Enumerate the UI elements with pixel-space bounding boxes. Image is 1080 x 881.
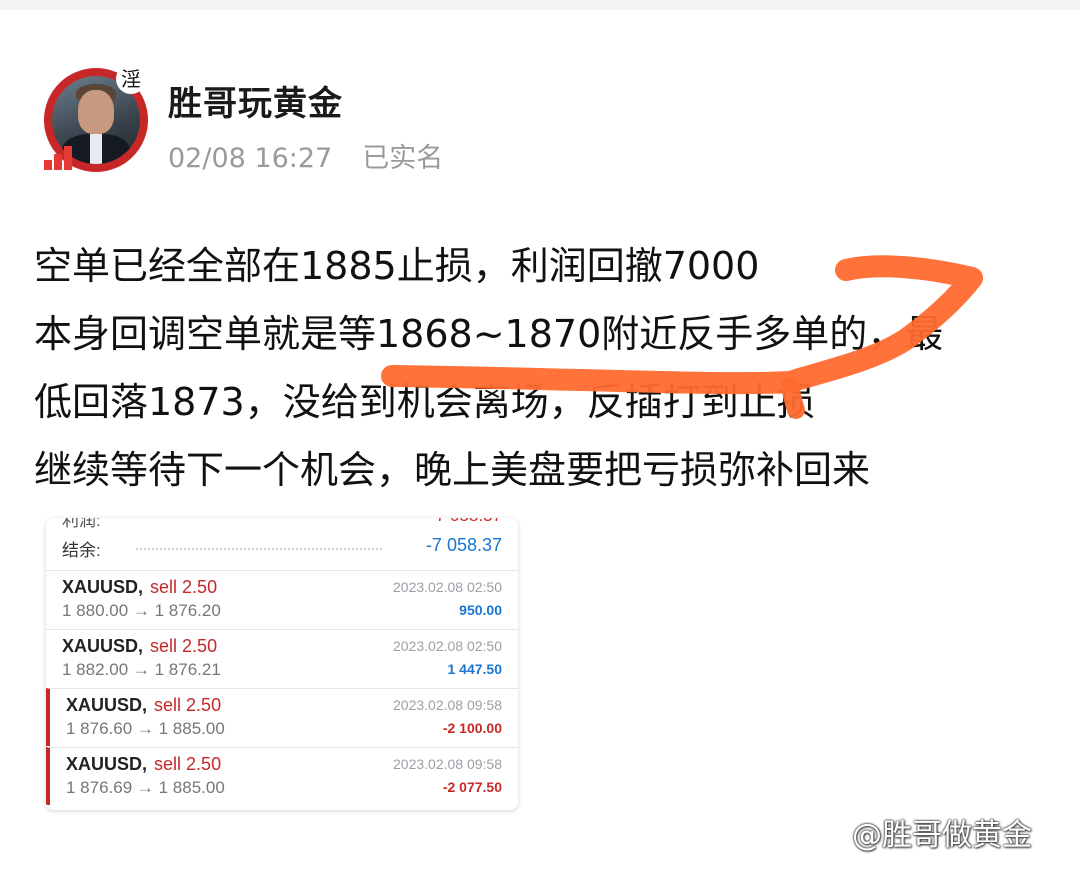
trade-symbol: XAUUSD, sell 2.50 [66,695,222,715]
avatar[interactable]: 淫 [42,64,148,172]
author-name[interactable]: 胜哥玩黄金 [168,76,343,125]
avatar-face [78,90,114,134]
trade-side: sell 2.50 [154,695,222,715]
trade-profit: 950.00 [459,602,502,618]
post-line: 低回落1873，没给到机会离场，反插打到止损 [34,380,815,424]
watermark: @胜哥做黄金 [852,818,1032,853]
trade-history-card: 利润: -7 058.37 结余: -7 058.37 XAUUSD, sell… [46,518,518,810]
avatar-mark: 淫 [116,64,146,94]
post-line: 空单已经全部在1885止损，利润回撤7000 [34,244,760,288]
trade-row[interactable]: XAUUSD, sell 2.50 1 882.00 → 1 876.21 20… [46,629,518,687]
avatar-shirt [90,134,102,164]
balance-label: 结余: [62,541,101,560]
post-line: 本身回调空单就是等1868~1870附近反手多单的，最 [34,312,944,356]
trade-profit: 1 447.50 [447,661,503,677]
trade-prices: 1 876.69 → 1 885.00 [66,778,225,797]
level-badge-icon [42,144,78,170]
trade-prices: 1 876.60 → 1 885.00 [66,719,225,738]
post-line: 继续等待下一个机会，晚上美盘要把亏损弥补回来 [34,448,871,492]
trade-row[interactable]: XAUUSD, sell 2.50 1 880.00 → 1 876.20 20… [46,570,518,628]
trade-side: sell 2.50 [154,754,222,774]
trade-loss: -2 100.00 [442,720,502,736]
trade-loss: -2 077.50 [442,779,502,795]
verified-label: 已实名 [362,143,444,174]
trade-symbol: XAUUSD, sell 2.50 [66,754,222,774]
trade-prices: 1 882.00 → 1 876.21 [62,660,221,679]
trade-time: 2023.02.08 09:58 [393,697,502,713]
post-meta: 02/08 16:27 已实名 [168,136,443,175]
trade-time: 2023.02.08 02:50 [393,638,502,654]
balance-dots [136,548,382,550]
trade-symbol: XAUUSD, sell 2.50 [62,577,218,597]
trade-row[interactable]: XAUUSD, sell 2.50 1 876.60 → 1 885.00 20… [46,688,518,746]
trade-side: sell 2.50 [150,577,218,597]
trade-prices: 1 880.00 → 1 876.20 [62,601,221,620]
trade-time: 2023.02.08 02:50 [393,579,502,595]
top-strip [0,0,1080,10]
post-body: 空单已经全部在1885止损，利润回撤7000 本身回调空单就是等1868~187… [34,232,1054,504]
trade-time: 2023.02.08 09:58 [393,756,502,772]
balance-value: -7 058.37 [425,535,502,555]
trade-side: sell 2.50 [150,636,218,656]
profit-value: -7 058.37 [430,518,502,526]
trade-row[interactable]: XAUUSD, sell 2.50 1 876.69 → 1 885.00 20… [46,747,518,805]
profit-row-cut: 利润: -7 058.37 [62,518,502,530]
profit-label: 利润: [62,518,101,530]
trade-symbol: XAUUSD, sell 2.50 [62,636,218,656]
balance-row: 结余: -7 058.37 [62,532,502,564]
post-date: 02/08 16:27 [168,143,333,174]
